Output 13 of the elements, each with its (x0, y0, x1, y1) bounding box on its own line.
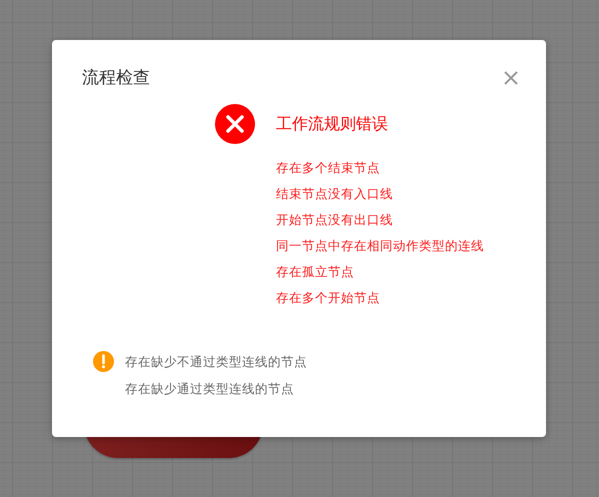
error-message: 存在多个结束节点 (276, 159, 381, 177)
dialog-title: 流程检查 (82, 67, 150, 89)
warning-icon (93, 351, 114, 372)
close-icon[interactable] (504, 70, 518, 84)
error-heading: 工作流规则错误 (276, 114, 388, 134)
warning-message: 存在缺少通过类型连线的节点 (125, 380, 295, 398)
error-message: 存在孤立节点 (276, 263, 355, 281)
warning-message: 存在缺少不通过类型连线的节点 (125, 353, 308, 371)
error-message: 开始节点没有出口线 (276, 211, 394, 229)
error-message: 结束节点没有入口线 (276, 185, 394, 203)
error-message: 同一节点中存在相同动作类型的连线 (276, 237, 485, 255)
error-message: 存在多个开始节点 (276, 289, 381, 307)
error-icon (214, 103, 256, 145)
